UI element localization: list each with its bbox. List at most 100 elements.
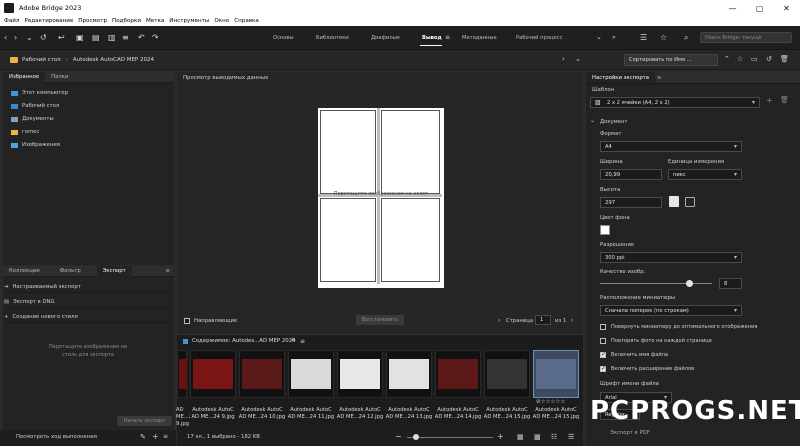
workspace-metadata[interactable]: Метаданные: [462, 35, 497, 41]
thumbnail[interactable]: [435, 350, 481, 398]
search-input[interactable]: Поиск Bridge: текуще: [700, 32, 792, 43]
open-icon[interactable]: ▥: [108, 33, 116, 42]
page-input[interactable]: 1: [535, 315, 551, 325]
boomerang-icon[interactable]: ↩: [58, 33, 65, 42]
restore-button[interactable]: Восстановить: [356, 315, 404, 325]
workspace-workflow[interactable]: Рабочий процесс: [516, 35, 562, 41]
height-input[interactable]: 297: [600, 197, 662, 208]
star-icon[interactable]: ☆: [660, 33, 667, 42]
favorite-folder[interactable]: гоmec: [11, 129, 39, 135]
template-dropdown[interactable]: ▨ 2 x 2 ячейки (A4, 2 x 2): [590, 97, 760, 108]
add-icon[interactable]: +: [290, 336, 296, 344]
thumbnail[interactable]: [177, 350, 187, 398]
menu-tools[interactable]: Инструменты: [169, 18, 209, 24]
chevron-down-icon[interactable]: ⌄: [596, 33, 602, 41]
thumbnail[interactable]: [386, 350, 432, 398]
view-progress-link[interactable]: Посмотреть ход выполнения: [16, 434, 97, 440]
zoom-slider-handle[interactable]: [413, 434, 419, 440]
zoom-slider[interactable]: [407, 437, 493, 438]
workspace-filmstrip[interactable]: Диафильм: [371, 35, 400, 41]
camera-icon[interactable]: ▣: [76, 33, 84, 42]
panel-menu-icon[interactable]: ≡: [657, 75, 661, 81]
background-color-swatch[interactable]: [600, 225, 610, 235]
forward-icon[interactable]: ›: [14, 33, 17, 42]
menu-edit[interactable]: Редактирование: [24, 18, 73, 24]
menu-window[interactable]: Окно: [214, 18, 229, 24]
tab-export[interactable]: Экспорт: [96, 265, 132, 277]
export-custom[interactable]: ⇥ Настраиваемый экспорт: [4, 282, 170, 293]
quality-input[interactable]: 8: [719, 278, 742, 289]
thumbnail[interactable]: [337, 350, 383, 398]
tab-folders[interactable]: Папки: [45, 72, 74, 83]
panel-menu-icon[interactable]: ≡: [166, 268, 170, 274]
portrait-orientation-button[interactable]: [669, 196, 679, 207]
repeat-checkbox[interactable]: [600, 338, 606, 344]
export-pdf-button[interactable]: Экспорт в PDF: [610, 430, 650, 436]
favorite-desktop[interactable]: Рабочий стол: [11, 103, 59, 109]
quality-slider[interactable]: [600, 283, 712, 284]
menu-icon[interactable]: ≡: [163, 433, 168, 440]
menu-view[interactable]: Просмотр: [78, 18, 107, 24]
grid-cell[interactable]: [320, 110, 376, 194]
workspace-libraries[interactable]: Библиотеки: [316, 35, 349, 41]
thumbnail-layout-dropdown[interactable]: Сначала поперек (по строкам): [600, 305, 742, 316]
export-dng[interactable]: ▤ Экспорт в DNG: [4, 297, 170, 308]
landscape-orientation-button[interactable]: [685, 197, 695, 207]
minimize-button[interactable]: —: [719, 0, 746, 16]
add-icon[interactable]: +: [152, 432, 159, 441]
zoom-in-icon[interactable]: +: [497, 432, 504, 441]
grid-view-icon[interactable]: ▦: [517, 433, 524, 441]
workspace-menu-icon[interactable]: ≡: [445, 34, 450, 41]
filter-icon[interactable]: ⌄: [575, 55, 581, 63]
next-page-icon[interactable]: ›: [571, 317, 573, 324]
zoom-out-icon[interactable]: −: [395, 432, 402, 441]
sort-ascending-icon[interactable]: ⌃: [724, 55, 730, 63]
workspace-output[interactable]: Вывод: [422, 35, 442, 41]
path-chevron-icon[interactable]: ›: [562, 55, 565, 63]
close-button[interactable]: ✕: [773, 0, 800, 16]
menu-icon[interactable]: ≡: [300, 338, 305, 345]
more-workspaces-icon[interactable]: »: [612, 34, 616, 41]
grid-cell[interactable]: [320, 198, 376, 282]
menu-stacks[interactable]: Подборки: [112, 18, 141, 24]
list-view-icon[interactable]: ☰: [568, 433, 574, 441]
menu-file[interactable]: Файл: [4, 18, 19, 24]
tab-collections[interactable]: Коллекции: [3, 266, 46, 277]
tab-export-settings[interactable]: Настройки экспорта: [586, 72, 656, 83]
details-view-icon[interactable]: ☷: [551, 433, 557, 441]
recent-icon[interactable]: ↺: [40, 33, 47, 42]
sort-dropdown[interactable]: Сортировать по Имя ...: [624, 54, 718, 66]
thumbnail-view-icon[interactable]: ▩: [534, 433, 541, 441]
grid-cell[interactable]: [381, 198, 440, 282]
rotate-icon[interactable]: ↺: [766, 55, 772, 63]
guides-checkbox[interactable]: [184, 318, 190, 324]
create-new-preset[interactable]: + Создание нового стиля: [4, 312, 170, 323]
refine-icon[interactable]: ▤: [92, 33, 100, 42]
rotate-left-icon[interactable]: ↶: [138, 33, 145, 42]
format-dropdown[interactable]: A4: [600, 141, 742, 152]
rotate-checkbox[interactable]: [600, 324, 606, 330]
start-export-button[interactable]: Начать экспорт: [117, 416, 172, 426]
favorite-documents[interactable]: Документы: [11, 116, 54, 122]
delete-icon[interactable]: 🗑: [780, 55, 789, 63]
resolution-dropdown[interactable]: 300 ppi: [600, 252, 742, 263]
breadcrumb-folder[interactable]: Autodesk AutoCAD MEP 2024: [73, 57, 154, 63]
extension-checkbox[interactable]: [600, 365, 606, 372]
menu-label[interactable]: Метка: [146, 18, 164, 24]
favorite-images[interactable]: Изображения: [11, 142, 60, 148]
menu-help[interactable]: Справка: [234, 18, 259, 24]
rotate-right-icon[interactable]: ↷: [152, 33, 159, 42]
back-icon[interactable]: ‹: [4, 33, 7, 42]
thumbnail[interactable]: [484, 350, 530, 398]
breadcrumb-desktop[interactable]: Рабочий стол: [22, 57, 61, 63]
add-template-icon[interactable]: +: [766, 96, 773, 105]
new-folder-icon[interactable]: ▭: [751, 55, 758, 63]
prev-page-icon[interactable]: ‹: [498, 317, 500, 324]
star-filter-icon[interactable]: ☆: [737, 55, 743, 63]
unit-dropdown[interactable]: пикс: [668, 169, 742, 180]
tab-favorites[interactable]: Избранное: [3, 71, 46, 83]
thumbnail[interactable]: [190, 350, 236, 398]
delete-template-icon[interactable]: 🗑: [780, 96, 789, 104]
favorite-computer[interactable]: Этот компьютер: [11, 90, 68, 96]
thumbnail-selected[interactable]: [533, 350, 579, 398]
